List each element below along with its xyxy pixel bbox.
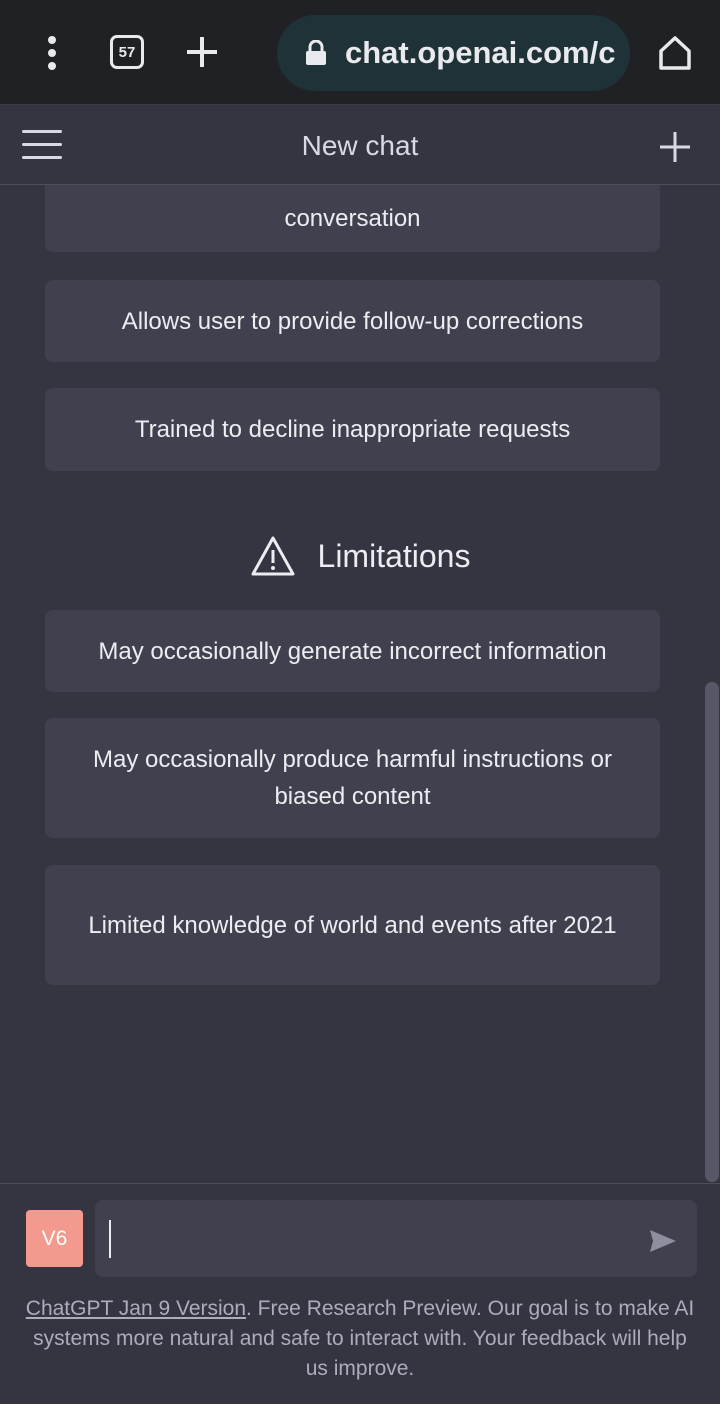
url-text: chat.openai.com/c: [345, 35, 616, 70]
limitations-heading-text: Limitations: [317, 537, 471, 574]
lock-icon: [306, 40, 326, 65]
message-input-box[interactable]: [95, 1200, 697, 1277]
scrollbar-thumb[interactable]: [705, 682, 719, 1182]
chat-intro-panel[interactable]: conversation Allows user to provide foll…: [0, 185, 720, 1183]
limitation-text: May occasionally produce harmful instruc…: [93, 746, 612, 810]
new-tab-icon[interactable]: [185, 35, 219, 69]
capability-card[interactable]: Allows user to provide follow-up correct…: [45, 280, 660, 362]
warning-icon: [251, 536, 295, 576]
capability-text: Allows user to provide follow-up correct…: [121, 307, 584, 335]
page-title: New chat: [301, 130, 419, 161]
version-link[interactable]: ChatGPT Jan 9 Version: [26, 1297, 246, 1320]
limitation-text: Limited knowledge of world and events af…: [88, 911, 617, 939]
footer-disclaimer: ChatGPT Jan 9 Version. Free Research Pre…: [20, 1294, 700, 1384]
message-input[interactable]: [109, 1220, 629, 1258]
tab-switcher-button[interactable]: 57: [110, 35, 144, 69]
send-icon[interactable]: [648, 1228, 678, 1254]
browser-toolbar: 57 chat.openai.com/c: [0, 0, 720, 105]
limitation-card[interactable]: Limited knowledge of world and events af…: [45, 865, 660, 985]
capability-text: Trained to decline inappropriate request…: [134, 416, 571, 443]
home-icon[interactable]: [655, 33, 695, 73]
new-chat-plus-icon[interactable]: [658, 130, 692, 164]
composer-area: V6 ChatGPT Jan 9 Version. Free Research …: [0, 1183, 720, 1404]
more-options-icon[interactable]: [44, 36, 60, 70]
capability-card[interactable]: conversation: [45, 185, 660, 252]
limitation-text: May occasionally generate incorrect info…: [98, 637, 607, 665]
limitation-card[interactable]: May occasionally produce harmful instruc…: [45, 718, 660, 838]
capability-text: conversation: [284, 205, 421, 232]
address-bar[interactable]: chat.openai.com/c: [277, 15, 630, 91]
capability-card[interactable]: Trained to decline inappropriate request…: [45, 388, 660, 471]
user-avatar: V6: [26, 1210, 83, 1267]
app-header: New chat: [0, 106, 720, 185]
limitation-card[interactable]: May occasionally generate incorrect info…: [45, 610, 660, 692]
limitations-heading: Limitations: [0, 535, 720, 577]
